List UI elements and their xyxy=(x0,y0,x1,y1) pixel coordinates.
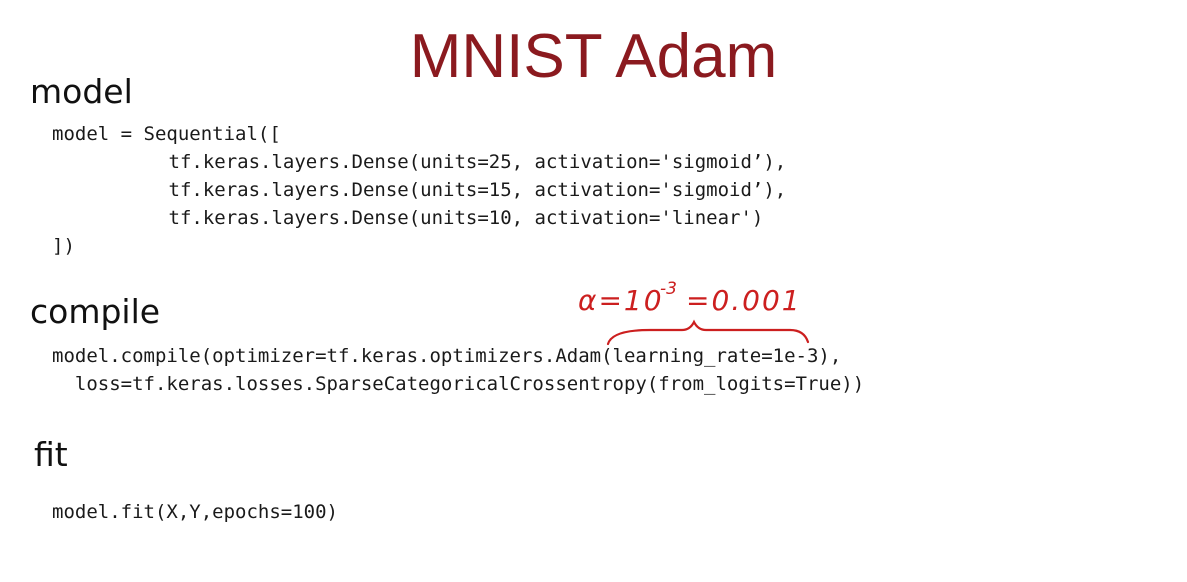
compile-heading: compile xyxy=(30,292,161,331)
fit-heading: fit xyxy=(34,435,68,474)
code-line: loss=tf.keras.losses.SparseCategoricalCr… xyxy=(52,373,865,395)
model-heading: model xyxy=(30,72,133,111)
code-line: model.compile(optimizer=tf.keras.optimiz… xyxy=(52,345,842,367)
code-line: ]) xyxy=(52,235,75,257)
code-line: tf.keras.layers.Dense(units=25, activati… xyxy=(77,151,787,173)
annotation-rhs: =0.001 xyxy=(686,284,802,317)
slide-title: MNIST Adam xyxy=(409,22,778,91)
code-line: model.fit(X,Y,epochs=100) xyxy=(52,501,338,523)
code-line: model = Sequential([ xyxy=(52,123,281,145)
code-line: tf.keras.layers.Dense(units=10, activati… xyxy=(77,207,764,229)
annotation-brace xyxy=(606,319,810,346)
annotation-lhs: α=10 xyxy=(578,284,664,317)
code-line: tf.keras.layers.Dense(units=15, activati… xyxy=(77,179,787,201)
annotation-exponent: -3 xyxy=(660,279,677,299)
